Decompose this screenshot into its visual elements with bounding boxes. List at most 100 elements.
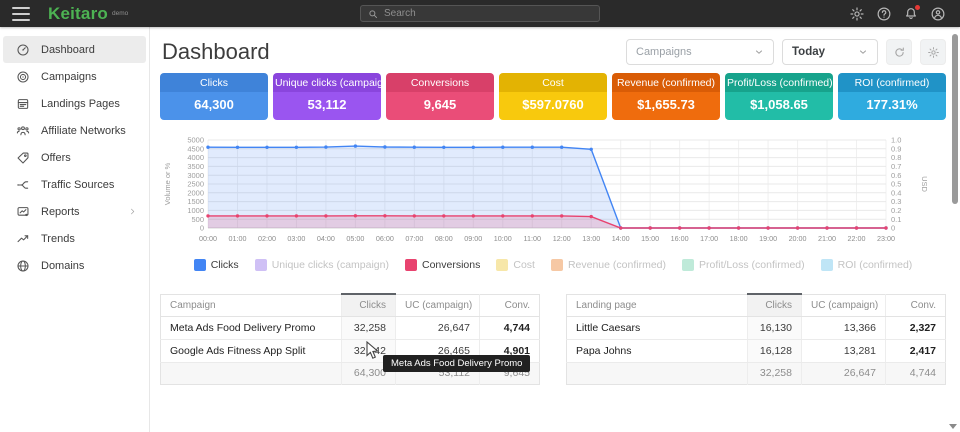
totals-cell: 26,647 (802, 362, 886, 384)
stat-card-value: 64,300 (160, 92, 268, 120)
mouse-cursor (366, 341, 381, 360)
column-header-clicks[interactable]: Clicks (342, 294, 396, 316)
legend-item-profit-loss-confirmed[interactable]: Profit/Loss (confirmed) (682, 259, 805, 271)
page-title: Dashboard (162, 39, 270, 65)
legend-item-conversions[interactable]: Conversions (405, 259, 480, 271)
sidebar-item-label: Landings Pages (41, 98, 120, 110)
svg-text:14:00: 14:00 (612, 234, 630, 243)
legend-item-unique-clicks-campaign[interactable]: Unique clicks (campaign) (255, 259, 389, 271)
legend-swatch (194, 259, 206, 271)
sidebar-item-label: Campaigns (41, 71, 97, 83)
svg-text:0.9: 0.9 (891, 144, 901, 153)
notifications-bell-icon[interactable] (903, 6, 919, 22)
legend-item-cost[interactable]: Cost (496, 259, 535, 271)
table-cell: 4,744 (480, 316, 540, 339)
user-avatar-icon[interactable] (930, 6, 946, 22)
column-header-conv[interactable]: Conv. (886, 294, 946, 316)
legend-label: Cost (513, 259, 535, 271)
dashboard-settings-button[interactable] (920, 39, 946, 65)
stat-card-cost[interactable]: Cost$597.0760 (499, 73, 607, 120)
stat-card-revenue-confirmed[interactable]: Revenue (confirmed)$1,655.73 (612, 73, 720, 120)
svg-text:20:00: 20:00 (789, 234, 807, 243)
table-row[interactable]: Papa Johns16,12813,2812,417 (567, 339, 946, 362)
refresh-button[interactable] (886, 39, 912, 65)
sidebar-item-dashboard[interactable]: Dashboard (3, 36, 146, 63)
sidebar-item-trends[interactable]: Trends (3, 225, 146, 252)
legend-label: ROI (confirmed) (838, 259, 913, 271)
svg-text:3500: 3500 (187, 162, 204, 171)
svg-text:USD: USD (920, 176, 929, 192)
tables-row: CampaignClicksUC (campaign)Conv.Meta Ads… (160, 293, 946, 385)
column-header-landing-page[interactable]: Landing page (567, 294, 748, 316)
column-header-clicks[interactable]: Clicks (748, 294, 802, 316)
campaigns-filter-select[interactable]: Campaigns (626, 39, 774, 65)
affiliate-icon (16, 124, 30, 138)
svg-text:08:00: 08:00 (435, 234, 453, 243)
settings-icon[interactable] (849, 6, 865, 22)
svg-text:0.6: 0.6 (891, 171, 901, 180)
help-icon[interactable] (876, 6, 892, 22)
legend-item-revenue-confirmed[interactable]: Revenue (confirmed) (551, 259, 666, 271)
column-header-uc-campaign[interactable]: UC (campaign) (802, 294, 886, 316)
legend-label: Profit/Loss (confirmed) (699, 259, 805, 271)
stat-card-roi-confirmed[interactable]: ROI (confirmed)177.31% (838, 73, 946, 120)
search-placeholder: Search (384, 8, 416, 19)
svg-text:10:00: 10:00 (494, 234, 512, 243)
landing-pages-table: Landing pageClicksUC (campaign)Conv.Litt… (566, 293, 946, 385)
stat-card-unique-clicks-campaign[interactable]: Unique clicks (campaign)53,112 (273, 73, 381, 120)
stat-card-conversions[interactable]: Conversions9,645 (386, 73, 494, 120)
topbar-actions (849, 6, 960, 22)
row-tooltip: Meta Ads Food Delivery Promo (383, 355, 530, 372)
dashboard-controls: Campaigns Today (626, 39, 946, 65)
svg-text:09:00: 09:00 (464, 234, 482, 243)
stat-card-label: Profit/Loss (confirmed) (725, 73, 833, 92)
totals-cell (161, 362, 342, 384)
table-cell: 13,281 (802, 339, 886, 362)
stat-card-clicks[interactable]: Clicks64,300 (160, 73, 268, 120)
svg-text:1500: 1500 (187, 197, 204, 206)
scroll-down-arrow-icon[interactable] (949, 424, 957, 429)
notification-badge (915, 5, 920, 10)
table-cell: 32,258 (342, 316, 396, 339)
legend-item-clicks[interactable]: Clicks (194, 259, 239, 271)
legend-label: Clicks (211, 259, 239, 271)
sidebar-item-offers[interactable]: Offers (3, 144, 146, 171)
column-header-conv[interactable]: Conv. (480, 294, 540, 316)
sidebar-item-affiliate-networks[interactable]: Affiliate Networks (3, 117, 146, 144)
logo[interactable]: Keitaro demo (48, 4, 128, 24)
search-input[interactable]: Search (360, 5, 600, 22)
svg-text:19:00: 19:00 (759, 234, 777, 243)
legend-item-roi-confirmed[interactable]: ROI (confirmed) (821, 259, 913, 271)
svg-text:1000: 1000 (187, 206, 204, 215)
menu-toggle-icon[interactable] (12, 7, 30, 21)
svg-text:1.0: 1.0 (891, 136, 901, 145)
date-range-value: Today (792, 46, 825, 58)
date-range-select[interactable]: Today (782, 39, 878, 65)
table-cell: 26,647 (396, 316, 480, 339)
sidebar-item-domains[interactable]: Domains (3, 252, 146, 279)
svg-text:0: 0 (200, 224, 204, 233)
svg-text:15:00: 15:00 (641, 234, 659, 243)
stat-card-label: Conversions (386, 73, 494, 92)
legend-swatch (551, 259, 563, 271)
stat-card-profit-loss-confirmed[interactable]: Profit/Loss (confirmed)$1,058.65 (725, 73, 833, 120)
legend-label: Unique clicks (campaign) (272, 259, 389, 271)
table-cell: Little Caesars (567, 316, 748, 339)
scrollbar-thumb[interactable] (952, 34, 958, 204)
sidebar-item-campaigns[interactable]: Campaigns (3, 63, 146, 90)
sidebar-item-label: Domains (41, 260, 84, 272)
search-icon (368, 9, 378, 19)
column-header-uc-campaign[interactable]: UC (campaign) (396, 294, 480, 316)
stat-card-value: $1,058.65 (725, 92, 833, 120)
table-cell: 2,327 (886, 316, 946, 339)
sidebar-item-traffic-sources[interactable]: Traffic Sources (3, 171, 146, 198)
svg-text:Volume or %: Volume or % (163, 162, 172, 205)
sidebar-item-reports[interactable]: Reports (3, 198, 146, 225)
table-row[interactable]: Meta Ads Food Delivery Promo32,25826,647… (161, 316, 540, 339)
column-header-campaign[interactable]: Campaign (161, 294, 342, 316)
sidebar-item-landings-pages[interactable]: Landings Pages (3, 90, 146, 117)
svg-text:3000: 3000 (187, 171, 204, 180)
main-content: Dashboard Campaigns Today Clicks64,300Un… (150, 27, 948, 432)
table-row[interactable]: Little Caesars16,13013,3662,327 (567, 316, 946, 339)
table-cell: 2,417 (886, 339, 946, 362)
